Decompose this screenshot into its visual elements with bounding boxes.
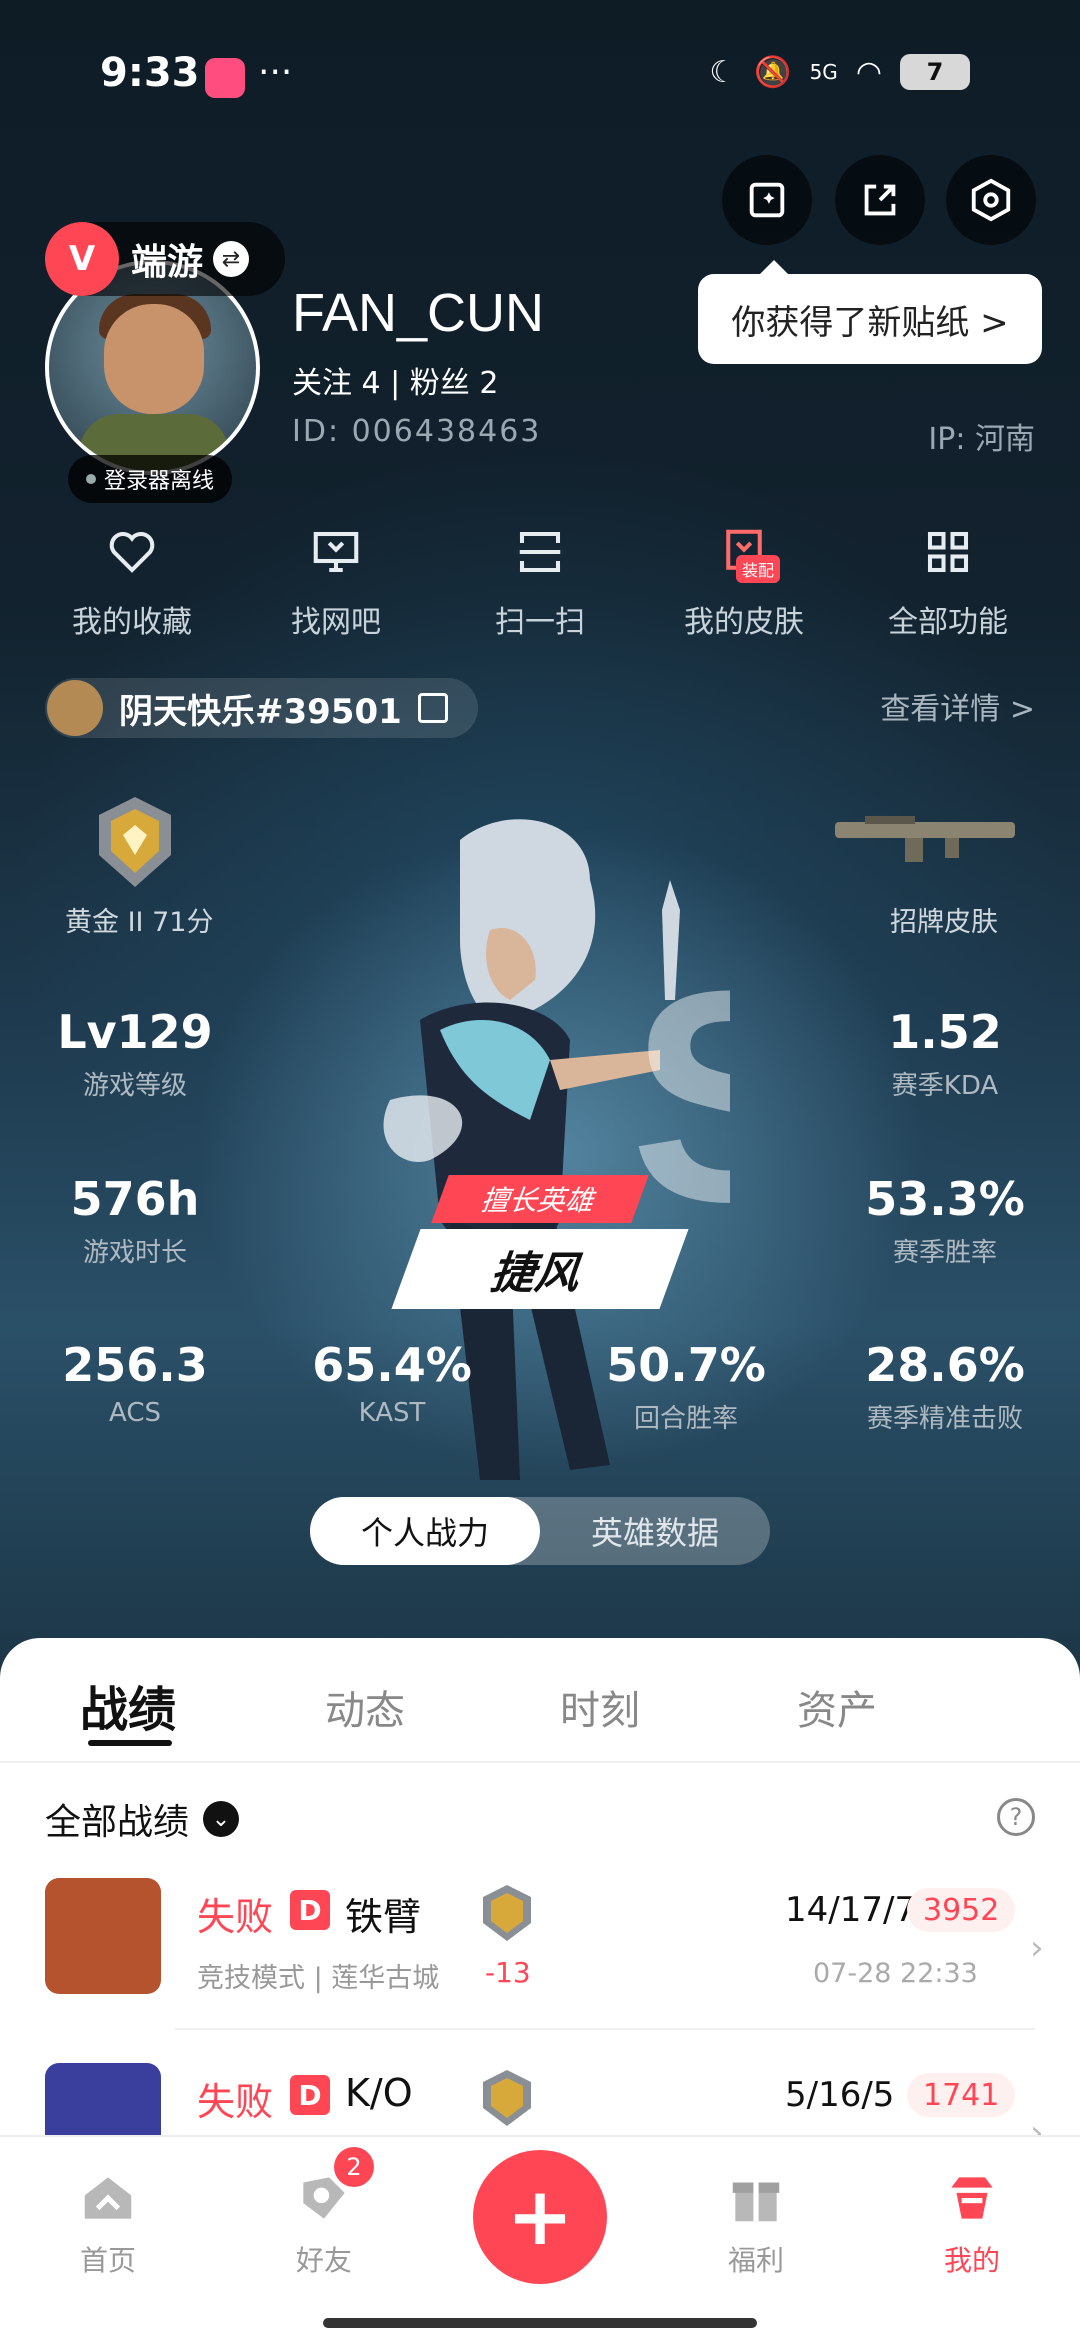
game-account-pill[interactable]: 阴天快乐#39501	[45, 678, 478, 738]
profile-icon	[951, 2177, 993, 2219]
rank-gold-icon	[483, 1885, 531, 1941]
stat-kast: 65.4% KAST	[312, 1338, 472, 1428]
status-dot-icon	[86, 474, 96, 484]
launcher-status-badge: 登录器离线	[68, 455, 233, 503]
follow-counts[interactable]: 关注 4 | 粉丝 2	[292, 358, 498, 402]
create-post-button[interactable]: +	[473, 2150, 607, 2284]
status-icons: ☾ 🔕 5G ◠ 7	[709, 54, 970, 90]
moon-icon: ☾	[709, 54, 737, 90]
grid-icon	[927, 531, 969, 573]
grade-badge: D	[290, 2075, 330, 2115]
tab-feed[interactable]: 动态	[325, 1678, 405, 1736]
wifi-icon: ◠	[855, 54, 882, 90]
account-avatar	[47, 680, 103, 736]
match-row[interactable]: 失败 D 铁臂 竞技模式 | 莲华古城 -13 14/17/7 3952 07-…	[45, 1878, 1045, 2028]
rank-label: 黄金 II 71分	[65, 907, 214, 938]
swap-icon: ⇄	[213, 241, 250, 277]
score-badge: 1741	[907, 2073, 1016, 2117]
toggle-agent-data[interactable]: 英雄数据	[540, 1497, 770, 1565]
status-time: 9:33	[100, 50, 200, 96]
share-button[interactable]	[835, 155, 925, 245]
stat-kda: 1.52 赛季KDA	[888, 1005, 1002, 1101]
app-notification-icon	[205, 58, 245, 98]
chevron-right-icon: ›	[1030, 1928, 1044, 1968]
status-bar: 9:33 ··· ☾ 🔕 5G ◠ 7	[0, 40, 1080, 110]
stat-round-winrate: 50.7% 回合胜率	[606, 1338, 766, 1434]
plus-icon: +	[506, 2170, 574, 2263]
records-filter-dropdown[interactable]: 全部战绩 ⌄	[45, 1793, 240, 1845]
view-details-link[interactable]: 查看详情 >	[880, 684, 1035, 728]
signal-icon: 5G	[809, 60, 838, 84]
ip-location: IP: 河南	[928, 422, 1035, 457]
tab-records[interactable]: 战绩	[80, 1670, 176, 1740]
rank-gold-icon	[483, 2070, 531, 2126]
settings-button[interactable]	[946, 155, 1036, 245]
active-tab-indicator	[88, 1740, 172, 1746]
records-tabs: 战绩 动态 时刻 资产	[0, 1638, 1080, 1763]
score-badge: 3952	[907, 1888, 1016, 1932]
gear-icon	[971, 178, 1011, 222]
rank-gold-icon	[99, 797, 171, 887]
home-indicator	[323, 2318, 757, 2328]
home-icon	[84, 2177, 132, 2219]
game-switch-button[interactable]: V 端游 ⇄	[45, 222, 285, 296]
game-label: 端游	[131, 242, 204, 283]
signature-skin-gun-icon	[835, 816, 1015, 862]
user-id: ID: 006438463	[292, 414, 542, 449]
tab-assets[interactable]: 资产	[797, 1678, 877, 1736]
action-my-skins[interactable]: 装配 我的皮肤	[649, 525, 839, 641]
agent-avatar	[45, 1878, 161, 1994]
new-sticker-tooltip[interactable]: 你获得了新贴纸 >	[698, 260, 1042, 364]
nav-me[interactable]: 我的	[902, 2167, 1042, 2279]
stat-playtime: 576h 游戏时长	[70, 1172, 200, 1268]
mute-icon: 🔕	[754, 54, 792, 90]
nav-benefits[interactable]: 福利	[686, 2167, 826, 2279]
stats-toggle: 个人战力 英雄数据	[310, 1497, 770, 1565]
sticker-icon	[749, 182, 785, 218]
action-all-features[interactable]: 全部功能	[853, 525, 1043, 641]
nav-friends[interactable]: 2 好友	[254, 2147, 394, 2279]
chevron-down-icon: ⌄	[203, 1801, 240, 1837]
divider	[175, 2028, 1035, 2030]
more-notifications-icon: ···	[258, 52, 293, 93]
monitor-icon	[313, 531, 359, 573]
account-name: 阴天快乐#39501	[119, 691, 402, 732]
scan-icon	[519, 531, 561, 573]
action-find-cafe[interactable]: 找网吧	[241, 525, 431, 641]
main-agent-name: 捷风	[391, 1229, 689, 1309]
battery-icon: 7	[900, 54, 970, 90]
heart-icon	[109, 531, 155, 573]
gift-icon	[732, 2182, 780, 2222]
main-agent-tag: 擅长英雄	[431, 1175, 649, 1223]
stat-season-winrate: 53.3% 赛季胜率	[865, 1172, 1025, 1268]
tab-moments[interactable]: 时刻	[560, 1678, 640, 1736]
signature-skin-label: 招牌皮肤	[890, 907, 998, 938]
quick-actions: 我的收藏 找网吧 扫一扫 装配 我的皮肤 全部功能	[0, 525, 1080, 641]
notification-badge: 2	[334, 2147, 374, 2187]
equip-badge: 装配	[735, 555, 780, 583]
share-icon	[864, 184, 896, 216]
action-scan[interactable]: 扫一扫	[445, 525, 635, 641]
main-agent-banner[interactable]: 擅长英雄 捷风	[375, 1175, 705, 1309]
grade-badge: D	[290, 1890, 330, 1930]
stat-headshot: 28.6% 赛季精准击败	[865, 1338, 1025, 1434]
action-favorites[interactable]: 我的收藏	[37, 525, 227, 641]
stat-acs: 256.3 ACS	[62, 1338, 208, 1428]
toggle-personal-power[interactable]: 个人战力	[310, 1497, 540, 1565]
help-icon[interactable]: ?	[997, 1798, 1035, 1836]
username: FAN_CUN	[292, 283, 545, 343]
copy-icon[interactable]	[417, 693, 448, 723]
sticker-button[interactable]	[722, 155, 812, 245]
nav-home[interactable]: 首页	[38, 2167, 178, 2279]
stat-level: Lv129 游戏等级	[57, 1005, 213, 1101]
valorant-logo-icon: V	[45, 222, 119, 296]
